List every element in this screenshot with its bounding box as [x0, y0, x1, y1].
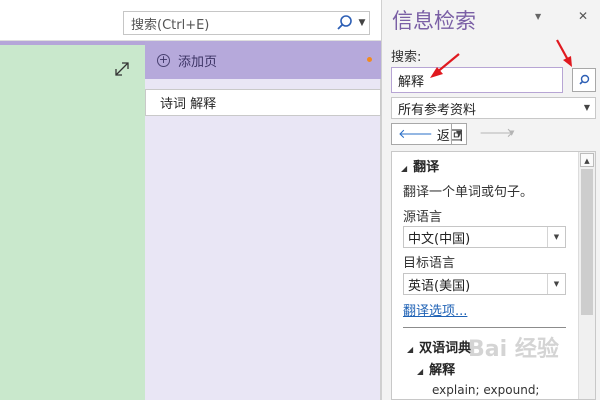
page-canvas[interactable]: [0, 45, 145, 400]
dict-entry-text: explain; expound;: [432, 383, 540, 397]
chevron-down-icon: ▼: [583, 103, 590, 112]
scroll-thumb[interactable]: [581, 169, 593, 315]
research-search-value: 解释: [398, 74, 425, 90]
dict-term-header[interactable]: ◢ 解释: [417, 359, 455, 378]
translate-description: 翻译一个单词或句子。: [403, 185, 534, 200]
unread-dot-icon: [367, 57, 372, 62]
page-title: 诗词 解释: [160, 97, 217, 112]
search-icon[interactable]: [335, 12, 355, 34]
notebook-search-placeholder: 搜索(Ctrl+E): [131, 17, 210, 33]
scroll-up-icon[interactable]: ▲: [580, 153, 594, 167]
source-language-value: 中文(中国): [408, 231, 471, 247]
top-bar: 搜索(Ctrl+E) ▼: [0, 0, 381, 41]
start-search-button[interactable]: [572, 68, 596, 92]
dict-term-label: 解释: [429, 363, 456, 378]
target-language-value: 英语(美国): [408, 278, 471, 294]
target-language-label: 目标语言: [403, 256, 456, 271]
collapse-triangle-icon: ◢: [417, 367, 424, 376]
pages-pane: + 添加页 诗词 解释: [145, 41, 381, 400]
target-language-select[interactable]: 英语(美国) ▼: [403, 273, 566, 295]
chevron-down-icon[interactable]: ▼: [456, 129, 462, 138]
bilingual-dict-header[interactable]: ◢ 双语词典: [407, 337, 471, 356]
page-list-item[interactable]: 诗词 解释: [145, 89, 381, 116]
add-page-label: 添加页: [178, 54, 218, 70]
research-search-input[interactable]: 解释: [391, 67, 563, 93]
collapse-triangle-icon: ◢: [401, 164, 408, 173]
search-icon: [579, 74, 590, 85]
research-pane-title: 信息检索: [392, 9, 476, 33]
chevron-down-icon[interactable]: ▼: [509, 129, 514, 137]
chevron-down-icon: ▼: [547, 227, 565, 247]
pane-options-icon[interactable]: ▼: [535, 12, 541, 21]
chevron-down-icon[interactable]: ▼: [355, 18, 369, 28]
translate-section-header[interactable]: ◢ 翻译: [401, 156, 439, 175]
reference-source-select[interactable]: 所有参考资料 ▼: [391, 97, 596, 119]
translate-header-label: 翻译: [413, 160, 440, 175]
search-label: 搜索:: [391, 50, 422, 65]
chevron-down-icon: ▼: [547, 274, 565, 294]
source-language-label: 源语言: [403, 210, 443, 225]
translation-options-link[interactable]: 翻译选项...: [403, 300, 467, 319]
back-button[interactable]: 🡐 返回 ▼: [391, 123, 467, 145]
arrow-left-icon: 🡐: [398, 127, 433, 142]
plus-icon: +: [157, 52, 170, 67]
bilingual-dict-label: 双语词典: [419, 341, 472, 356]
section-divider: [403, 327, 566, 328]
reference-source-value: 所有参考资料: [398, 102, 477, 118]
source-language-select[interactable]: 中文(中国) ▼: [403, 226, 566, 248]
notebook-search-box[interactable]: 搜索(Ctrl+E) ▼: [123, 11, 370, 35]
collapse-triangle-icon: ◢: [407, 345, 414, 354]
watermark-logo: Bai 经验: [468, 337, 559, 362]
close-icon[interactable]: ✕: [578, 9, 588, 23]
add-page-button[interactable]: + 添加页: [145, 41, 381, 79]
expand-icon[interactable]: [113, 60, 131, 78]
button-divider: [451, 124, 452, 144]
results-scrollbar[interactable]: ▲: [578, 152, 595, 399]
